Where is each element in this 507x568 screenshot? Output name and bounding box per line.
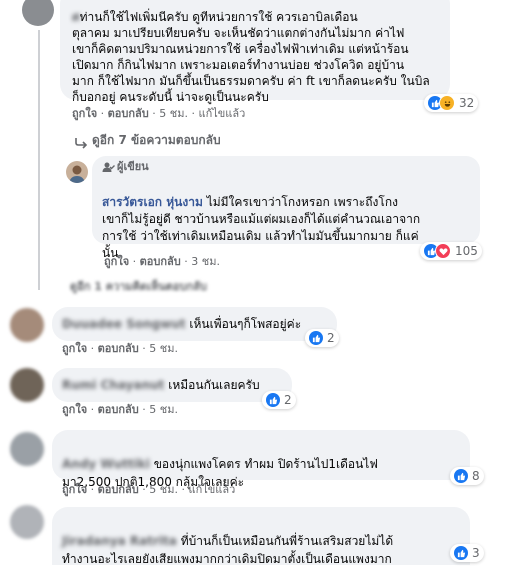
reply-arrow-icon xyxy=(74,134,88,153)
comment-author[interactable]: ศ xyxy=(72,10,80,24)
author-badge: ผู้เขียน xyxy=(102,160,149,174)
comment-text: Duuadee Songwut เห็นเพื่อนๆก็โพสอยู่ค่ะ xyxy=(62,317,302,331)
comment-text: ศท่านก็ใช้ไฟเพิ่มนีครับ ดูทีหน่วยการใช้ … xyxy=(72,10,430,104)
comment-author[interactable]: Andy Wuttiki xyxy=(62,457,150,471)
reaction-count: 3 xyxy=(472,546,480,560)
reply-button[interactable]: ตอบกลับ xyxy=(98,403,139,416)
reaction-count: 8 xyxy=(472,469,480,483)
reaction-count: 2 xyxy=(327,331,335,345)
like-button[interactable]: ถูกใจ xyxy=(62,483,87,496)
thread-line xyxy=(38,140,40,290)
reaction-count: 105 xyxy=(455,244,478,258)
like-icon xyxy=(309,331,323,345)
comment-text: Rumi Chayanut เหมือนกันเลยครับ xyxy=(62,378,260,392)
comment-actions: ถูกใจ · ตอบกลับ · 5 ชม. xyxy=(62,342,178,355)
avatar[interactable] xyxy=(22,0,54,26)
thread-line xyxy=(38,30,40,140)
like-icon xyxy=(454,469,468,483)
author-name[interactable]: สารวัตรเอก หุ่นงาม xyxy=(102,195,203,209)
reaction-summary[interactable]: 105 xyxy=(420,242,482,260)
like-icon xyxy=(266,393,280,407)
haha-icon xyxy=(439,95,455,111)
timestamp[interactable]: 5 ชม. xyxy=(149,403,178,416)
edited-label: แก้ไขแล้ว xyxy=(188,483,236,496)
comment-author[interactable]: Jiradanya Ratrita xyxy=(62,534,177,548)
avatar[interactable] xyxy=(10,505,44,539)
like-button[interactable]: ถูกใจ xyxy=(62,342,87,355)
comment-author[interactable]: Duuadee Songwut xyxy=(62,317,186,331)
comment-author[interactable]: Rumi Chayanut xyxy=(62,378,164,392)
comment-actions: ถูกใจ · ตอบกลับ · 5 ชม. · แก้ไขแล้ว xyxy=(62,483,236,496)
like-button[interactable]: ถูกใจ xyxy=(72,107,97,120)
timestamp[interactable]: 5 ชม. xyxy=(149,483,178,496)
love-icon xyxy=(435,243,451,259)
comment-actions: ถูกใจ · ตอบกลับ · 5 ชม. · แก้ไขแล้ว xyxy=(72,107,246,120)
avatar[interactable] xyxy=(10,432,44,466)
comment-text: Jiradanya Ratrita ที่บ้านก็เป็นเหมือนกัน… xyxy=(62,534,394,566)
like-icon xyxy=(454,546,468,560)
view-hidden-replies-link[interactable]: ดูอีก 1 ความคิดเห็นตอบกลับ xyxy=(70,280,207,294)
view-more-replies-link[interactable]: ดูอีก 7 ข้อความตอบกลับ xyxy=(92,133,221,147)
author-avatar[interactable] xyxy=(66,161,88,183)
reaction-summary[interactable]: 8 xyxy=(450,467,484,485)
reaction-summary[interactable]: 3 xyxy=(450,544,484,562)
like-button[interactable]: ถูกใจ xyxy=(62,403,87,416)
timestamp[interactable]: 5 ชม. xyxy=(149,342,178,355)
reply-button[interactable]: ตอบกลับ xyxy=(140,255,181,268)
reaction-count: 2 xyxy=(284,393,292,407)
comment-actions: ถูกใจ · ตอบกลับ · 5 ชม. xyxy=(62,403,178,416)
reply-button[interactable]: ตอบกลับ xyxy=(108,107,149,120)
avatar[interactable] xyxy=(10,368,44,402)
reply-button[interactable]: ตอบกลับ xyxy=(98,342,139,355)
reaction-summary[interactable]: 2 xyxy=(305,329,339,347)
author-reply-actions: ถูกใจ · ตอบกลับ · 3 ชม. xyxy=(104,255,220,268)
timestamp[interactable]: 5 ชม. xyxy=(159,107,188,120)
reaction-summary[interactable]: 2 xyxy=(262,391,296,409)
author-badge-icon xyxy=(102,162,115,172)
edited-label: แก้ไขแล้ว xyxy=(198,107,246,120)
like-button[interactable]: ถูกใจ xyxy=(104,255,129,268)
timestamp[interactable]: 3 ชม. xyxy=(191,255,220,268)
reply-button[interactable]: ตอบกลับ xyxy=(98,483,139,496)
avatar[interactable] xyxy=(10,308,44,342)
reaction-count: 32 xyxy=(459,96,475,110)
reaction-summary[interactable]: 32 xyxy=(424,94,479,112)
